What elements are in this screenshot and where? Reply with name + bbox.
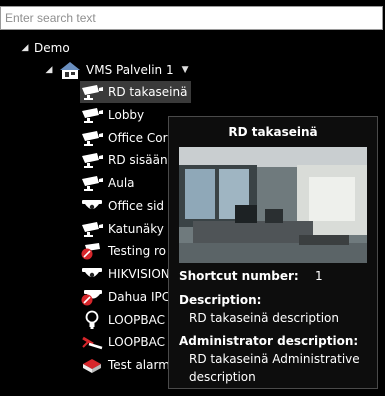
- collapse-arrow-icon[interactable]: ◢: [44, 65, 54, 75]
- tree-node-demo[interactable]: ◢ Demo: [20, 37, 70, 59]
- tree-item-label: Aula: [108, 176, 135, 190]
- admin-description-line2: description: [189, 370, 256, 384]
- ptz-camera-icon: [80, 82, 104, 102]
- tree-item-label: Office Cor: [108, 130, 168, 145]
- tree-item-camera[interactable]: Aula: [80, 172, 135, 194]
- tree-node-label: Demo: [34, 41, 70, 55]
- tree-item-label: RD sisään: [108, 153, 168, 168]
- dome-camera-error-icon: [80, 287, 104, 307]
- tree-item-camera[interactable]: Testing ro: [80, 240, 166, 262]
- tree-item-camera[interactable]: Lobby: [80, 104, 144, 126]
- description-label: Description:: [179, 293, 262, 307]
- shortcut-label: Shortcut number:: [179, 269, 299, 283]
- admin-description-line1: RD takaseinä Administrative: [189, 352, 360, 366]
- description-text: RD takaseinä description: [189, 311, 340, 325]
- alarm-icon: [80, 355, 104, 375]
- tree-item-camera[interactable]: Office Cor: [80, 127, 168, 149]
- lightbulb-icon: [80, 310, 104, 330]
- camera-tooltip: RD takaseinä Shortcut number: 1 Descript…: [168, 116, 378, 389]
- tree-item-camera[interactable]: Test alarm: [80, 354, 170, 376]
- camera-icon: [80, 219, 104, 239]
- disconnected-icon: [80, 332, 104, 352]
- tree-item-label: LOOPBAC: [108, 335, 165, 350]
- tree-item-camera[interactable]: RD takaseinä: [80, 81, 192, 103]
- tree-item-label: Test alarm: [108, 358, 170, 372]
- tree-item-camera[interactable]: Dahua IPC: [80, 286, 170, 308]
- tree-node-server[interactable]: ◢ VMS Palvelin 1 ▼: [44, 59, 189, 81]
- tree-item-label: Katunäky: [108, 221, 164, 236]
- server-house-icon: [58, 60, 82, 80]
- camera-icon: [80, 128, 104, 148]
- dome-camera-icon: [80, 264, 104, 284]
- tree-item-camera[interactable]: Katunäky: [80, 218, 164, 240]
- dropdown-arrow-icon[interactable]: ▼: [182, 65, 189, 75]
- tree-item-label: HIKVISION: [108, 267, 170, 281]
- tree-item-label: Lobby: [108, 107, 145, 122]
- tree-item-label: RD takaseinä: [108, 85, 188, 99]
- tree-item-label: Office sid: [108, 198, 165, 213]
- tree-item-label: Dahua IPC: [108, 289, 171, 304]
- dome-camera-icon: [80, 196, 104, 216]
- camera-icon: [80, 105, 104, 125]
- camera-error-icon: [80, 241, 104, 261]
- admin-description-label: Administrator description:: [179, 334, 359, 348]
- tree-item-camera[interactable]: RD sisään: [80, 149, 168, 171]
- tree-item-label: Testing ro: [108, 244, 167, 259]
- camera-icon: [80, 150, 104, 170]
- camera-icon: [80, 173, 104, 193]
- tree-item-camera[interactable]: LOOPBAC: [80, 331, 165, 353]
- tree-node-label: VMS Palvelin 1: [86, 63, 174, 77]
- tree-item-camera[interactable]: LOOPBAC: [80, 309, 165, 331]
- collapse-arrow-icon[interactable]: ◢: [20, 43, 30, 53]
- tree-item-camera[interactable]: Office sid: [80, 195, 164, 217]
- tooltip-title: RD takaseinä: [228, 125, 318, 139]
- shortcut-value: 1: [315, 269, 323, 283]
- tree-item-label: LOOPBAC: [108, 312, 165, 327]
- tree-item-camera[interactable]: HIKVISION: [80, 263, 170, 285]
